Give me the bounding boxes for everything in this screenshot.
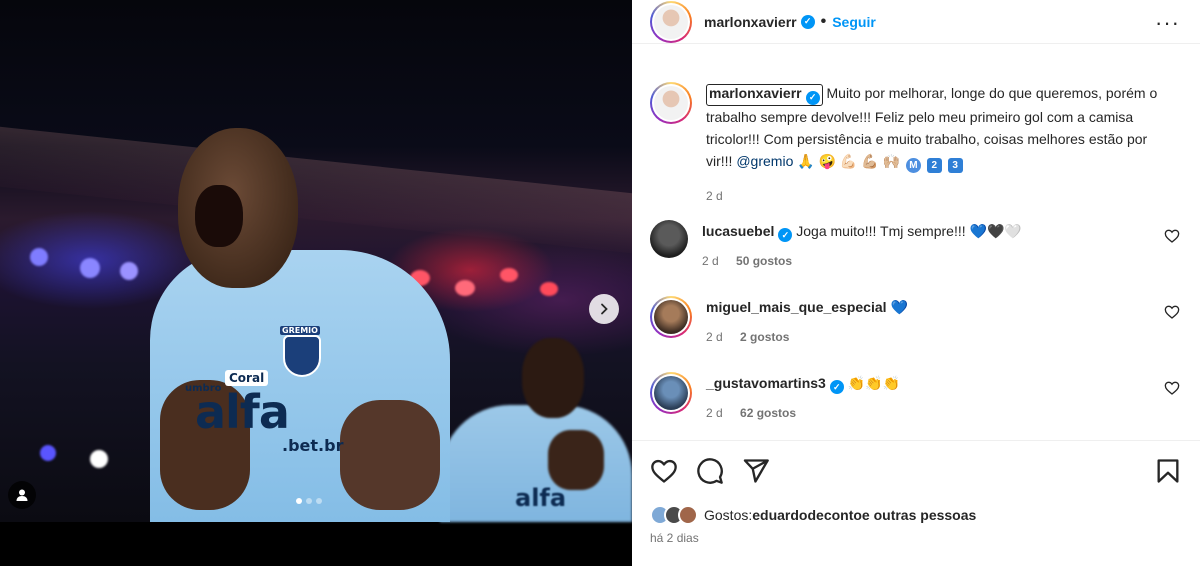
comment-avatar[interactable] bbox=[650, 220, 688, 258]
shirt-sponsor-sub: .bet.br bbox=[282, 436, 344, 455]
carousel-dot bbox=[306, 498, 312, 504]
main-player-arm bbox=[340, 400, 440, 510]
heart-icon[interactable] bbox=[1164, 304, 1180, 320]
chevron-right-icon bbox=[601, 303, 608, 315]
comment-time[interactable]: 2 d bbox=[706, 406, 723, 420]
more-options-icon[interactable]: ··· bbox=[1155, 10, 1180, 36]
comment-bubble-icon[interactable] bbox=[696, 457, 724, 485]
comment-meta: 2 d 62 gostos bbox=[706, 402, 1176, 424]
carousel-indicator bbox=[296, 498, 322, 504]
stadium-light bbox=[120, 262, 138, 280]
verified-icon: ✓ bbox=[805, 90, 820, 105]
comment-item: _gustavomartins3 ✓ 👏👏👏 2 d 62 gostos bbox=[650, 372, 1184, 424]
chip-2: 2 bbox=[926, 158, 942, 173]
shirt-brand: Coral bbox=[225, 370, 269, 386]
action-bar bbox=[650, 457, 770, 485]
like-heart-icon[interactable] bbox=[650, 457, 678, 485]
post-header: marlonxavierr ✓ • Seguir ··· bbox=[632, 0, 1200, 44]
comment-text: Joga muito!!! Tmj sempre!!! 💙🖤🤍 bbox=[796, 223, 1022, 239]
stadium-stands bbox=[0, 126, 632, 254]
comment-username[interactable]: miguel_mais_que_especial bbox=[706, 299, 887, 315]
header-separator: • bbox=[820, 12, 827, 30]
verified-icon: ✓ bbox=[800, 14, 815, 29]
carousel-dot bbox=[296, 498, 302, 504]
stadium-light bbox=[500, 268, 518, 282]
verified-icon: ✓ bbox=[829, 380, 844, 394]
comment-item: miguel_mais_que_especial 💙 2 d 2 gostos bbox=[650, 296, 1184, 348]
post-timestamp[interactable]: há 2 dias bbox=[650, 531, 699, 545]
main-player-mouth bbox=[195, 185, 243, 247]
comment-body: miguel_mais_que_especial 💙 2 d 2 gostos bbox=[706, 296, 1176, 348]
likes-summary: Gostos: eduardodeconto e outras pessoas bbox=[650, 505, 976, 525]
comment-likes[interactable]: 62 gostos bbox=[740, 406, 796, 420]
avatar bbox=[654, 4, 688, 39]
comment-item: lucasuebel ✓ Joga muito!!! Tmj sempre!!! … bbox=[650, 220, 1184, 272]
follow-button[interactable]: Seguir bbox=[832, 14, 876, 30]
avatar bbox=[654, 300, 688, 334]
avatar bbox=[654, 86, 688, 120]
likes-user[interactable]: eduardodeconto bbox=[752, 507, 862, 523]
comment-body: _gustavomartins3 ✓ 👏👏👏 2 d 62 gostos bbox=[706, 372, 1176, 424]
carousel-dot bbox=[316, 498, 322, 504]
avatar bbox=[654, 376, 688, 410]
stadium-light bbox=[90, 450, 108, 468]
post-details-panel: marlonxavierr ✓ • Seguir ··· marlonxavie… bbox=[632, 0, 1200, 566]
carousel-next-button[interactable] bbox=[589, 294, 619, 324]
tagged-users-button[interactable] bbox=[8, 481, 36, 509]
heart-icon[interactable] bbox=[1164, 380, 1180, 396]
stadium-light bbox=[540, 282, 558, 296]
post-photo: alfa umbro Coral GREMIO alfa .bet.br bbox=[0, 0, 632, 522]
club-crest-label: GREMIO bbox=[280, 326, 320, 335]
caption-meta: 2 d bbox=[706, 185, 1176, 207]
avatar bbox=[678, 505, 698, 525]
comment-avatar[interactable] bbox=[650, 296, 692, 338]
comment-text: 👏👏👏 bbox=[847, 375, 901, 391]
heart-icon[interactable] bbox=[1164, 228, 1180, 244]
stadium-light bbox=[455, 280, 475, 296]
comment-text: 💙 bbox=[890, 299, 908, 315]
comment-time[interactable]: 2 d bbox=[706, 330, 723, 344]
teammate-sponsor: alfa bbox=[515, 484, 567, 512]
teammate-fist bbox=[548, 430, 604, 490]
mention-link[interactable]: @gremio bbox=[736, 153, 793, 169]
club-crest bbox=[283, 335, 321, 377]
comment-username[interactable]: lucasuebel bbox=[702, 223, 774, 239]
likers-avatars[interactable] bbox=[650, 505, 698, 525]
caption-username-box[interactable]: marlonxavierr ✓ bbox=[706, 84, 823, 106]
author-avatar[interactable] bbox=[650, 0, 692, 43]
share-paper-plane-icon[interactable] bbox=[742, 457, 770, 485]
shirt-sponsor: alfa bbox=[195, 385, 290, 439]
chip-m: M bbox=[905, 158, 921, 173]
chip-3: 3 bbox=[947, 158, 963, 173]
comment-avatar[interactable] bbox=[650, 372, 692, 414]
caption: marlonxavierr ✓ Muito por melhorar, longe… bbox=[650, 82, 1184, 207]
caption-avatar[interactable] bbox=[650, 82, 692, 124]
comment-meta: 2 d 50 gostos bbox=[702, 250, 1172, 272]
comment-time[interactable]: 2 d bbox=[702, 254, 719, 268]
caption-time[interactable]: 2 d bbox=[706, 189, 723, 203]
comment-meta: 2 d 2 gostos bbox=[706, 326, 1176, 348]
comment-likes[interactable]: 50 gostos bbox=[736, 254, 792, 268]
likes-suffix[interactable]: e outras pessoas bbox=[862, 507, 976, 523]
caption-text-block: marlonxavierr ✓ Muito por melhorar, longe… bbox=[706, 82, 1176, 207]
comment-body: lucasuebel ✓ Joga muito!!! Tmj sempre!!! … bbox=[702, 220, 1172, 272]
bookmark-icon[interactable] bbox=[1154, 457, 1182, 485]
verified-icon: ✓ bbox=[778, 228, 793, 242]
comment-likes[interactable]: 2 gostos bbox=[740, 330, 789, 344]
post-actions: Gostos: eduardodeconto e outras pessoas … bbox=[632, 440, 1200, 566]
comments-list[interactable]: marlonxavierr ✓ Muito por melhorar, longe… bbox=[632, 64, 1200, 440]
caption-emojis: 🙏 🤪 💪🏻 💪🏼 🙌🏼 bbox=[797, 152, 900, 169]
post-media[interactable]: alfa umbro Coral GREMIO alfa .bet.br bbox=[0, 0, 632, 566]
author-username[interactable]: marlonxavierr bbox=[704, 14, 797, 30]
stadium-light bbox=[80, 258, 100, 278]
stadium-light bbox=[30, 248, 48, 266]
teammate-head bbox=[522, 338, 584, 418]
likes-prefix: Gostos: bbox=[704, 507, 753, 523]
stadium-light bbox=[40, 445, 56, 461]
user-tag-icon bbox=[16, 489, 28, 501]
comment-username[interactable]: _gustavomartins3 bbox=[706, 375, 826, 391]
caption-username[interactable]: marlonxavierr bbox=[709, 85, 802, 101]
